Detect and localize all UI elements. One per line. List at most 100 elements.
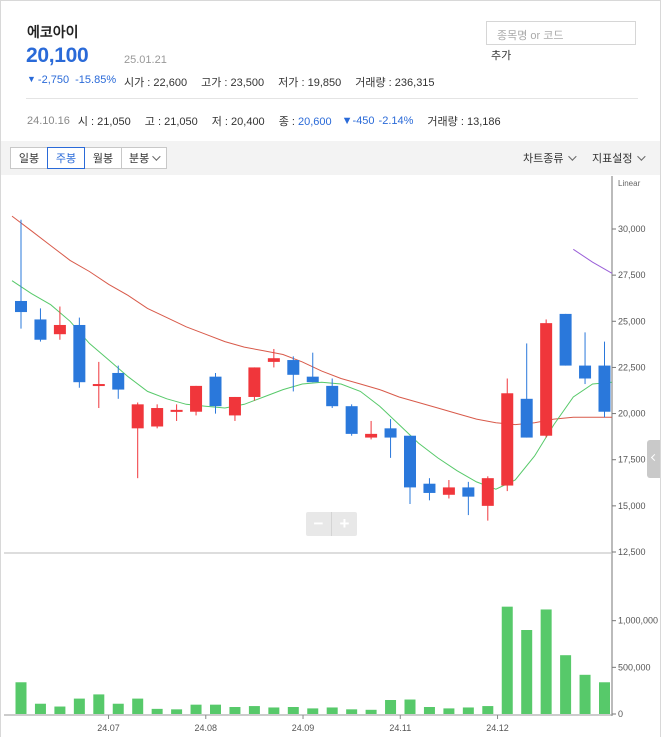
volume-bar [190, 704, 202, 714]
price-tick-label: 20,000 [618, 409, 646, 419]
indicator-settings-menu[interactable]: 지표설정 [592, 150, 647, 166]
hover-change-percent: -2.14% [378, 115, 414, 127]
zoom-control: − + [306, 512, 357, 536]
hover-change: ▼-450 [341, 115, 375, 127]
candle-body [345, 406, 358, 434]
price-change: ▼ -2,750 -15.85% [27, 74, 116, 86]
candle-body [442, 487, 455, 495]
price-tick-label: 30,000 [618, 224, 646, 234]
tab-daily[interactable]: 일봉 [10, 147, 48, 169]
volume-tick-label: 0 [618, 709, 623, 719]
stock-name: 에코아이 [27, 24, 79, 40]
volume-tick-label: 1,000,000 [618, 616, 658, 626]
candle-body [462, 487, 475, 497]
candle-body [481, 478, 494, 506]
volume-tick-label: 500,000 [618, 662, 651, 672]
candle-body [501, 393, 514, 486]
volume-bar [15, 682, 27, 714]
hover-open: 시 : 21,050 [77, 116, 131, 128]
open-price: 시가 : 22,600 [124, 77, 188, 89]
hover-date: 24.10.16 [27, 115, 70, 127]
candle-body [598, 365, 611, 412]
volume-bar [599, 682, 610, 714]
volume-bar [385, 700, 397, 714]
moving-average-extra-line [573, 248, 613, 274]
candle-body [365, 433, 378, 438]
chart-type-menu[interactable]: 차트종류 [523, 150, 578, 166]
candle-body [170, 409, 183, 412]
x-tick-label: 24.07 [97, 723, 120, 733]
volume-bar [287, 707, 299, 714]
tab-weekly[interactable]: 주봉 [47, 147, 85, 169]
tab-monthly[interactable]: 월봉 [84, 147, 122, 169]
price-tick-label: 22,500 [618, 362, 646, 372]
volume-bar [93, 694, 105, 714]
candle-body [73, 324, 86, 383]
hover-low: 저 : 20,400 [211, 116, 265, 128]
candle-body [423, 483, 436, 493]
change-percent: -15.85% [75, 74, 117, 86]
change-amount: -2,750 [37, 74, 70, 86]
volume-bar [482, 706, 494, 714]
x-tick-label: 24.08 [195, 723, 218, 733]
low-price: 저가 : 19,850 [278, 77, 342, 89]
volume-bar [326, 707, 338, 714]
volume-bar [229, 707, 241, 714]
hover-close: 종 : 20,600 [278, 116, 332, 128]
side-panel-toggle[interactable] [647, 440, 660, 478]
candle-body [540, 323, 553, 436]
candle-body [404, 435, 416, 488]
volume-bar [73, 698, 85, 714]
volume-bar [54, 706, 66, 714]
volume-bar [268, 707, 280, 714]
candle-body [248, 367, 261, 397]
candle-body [15, 300, 27, 313]
candle-body [112, 372, 125, 390]
candle-body [287, 360, 300, 375]
candle-body [267, 358, 280, 362]
candle-body [53, 324, 66, 335]
candlestick-chart[interactable]: Linear 30,000 27,500 25,000 22,500 20,000 17,5… [0, 176, 661, 737]
down-arrow-icon: ▼ [27, 74, 36, 84]
volume-bar [34, 703, 46, 714]
candle-body [559, 313, 572, 366]
candle-body [520, 398, 533, 438]
zoom-out-button[interactable]: − [306, 512, 331, 536]
add-button[interactable]: 추가 [491, 47, 511, 63]
volume-bar [365, 709, 377, 714]
stock-search-input[interactable]: 종목명 or 코드 [486, 21, 636, 45]
tab-minute[interactable]: 분봉 [121, 147, 167, 169]
price-tick-label: 17,500 [618, 455, 646, 465]
volume-bar [560, 655, 572, 714]
candle-body [92, 384, 105, 387]
volume-bar [132, 698, 144, 714]
candle-body [131, 404, 144, 429]
candle-body [306, 376, 319, 383]
chevron-down-icon [152, 152, 161, 161]
price-tick-label: 15,000 [618, 501, 646, 511]
volume-bar [404, 699, 416, 714]
trade-volume: 거래량 : 236,315 [355, 77, 435, 89]
hover-candle-info: 24.10.16 시 : 21,050 고 : 21,050 저 : 20,40… [27, 113, 501, 129]
candle-body [190, 385, 203, 412]
volume-bar [501, 606, 513, 714]
candle-body [151, 408, 164, 427]
high-price: 고가 : 23,500 [201, 77, 265, 89]
ohlc-summary: 시가 : 22,600 고가 : 23,500 저가 : 19,850 거래량 … [124, 74, 435, 90]
zoom-in-button[interactable]: + [332, 512, 357, 536]
volume-bar [579, 674, 591, 714]
x-tick-label: 24.12 [486, 723, 509, 733]
hover-high: 고 : 21,050 [144, 116, 198, 128]
price-date: 25.01.21 [124, 54, 167, 66]
volume-bar [151, 708, 163, 714]
volume-bar [171, 709, 183, 714]
candle-body [209, 376, 222, 407]
volume-bar [540, 609, 552, 714]
x-tick-label: 24.09 [292, 723, 315, 733]
volume-bar [112, 703, 124, 714]
price-tick-label: 27,500 [618, 270, 646, 280]
moving-average-long-line [11, 215, 612, 426]
price-tick-label: 25,000 [618, 316, 646, 326]
volume-bar [462, 707, 474, 714]
x-tick-label: 24.11 [389, 723, 411, 733]
